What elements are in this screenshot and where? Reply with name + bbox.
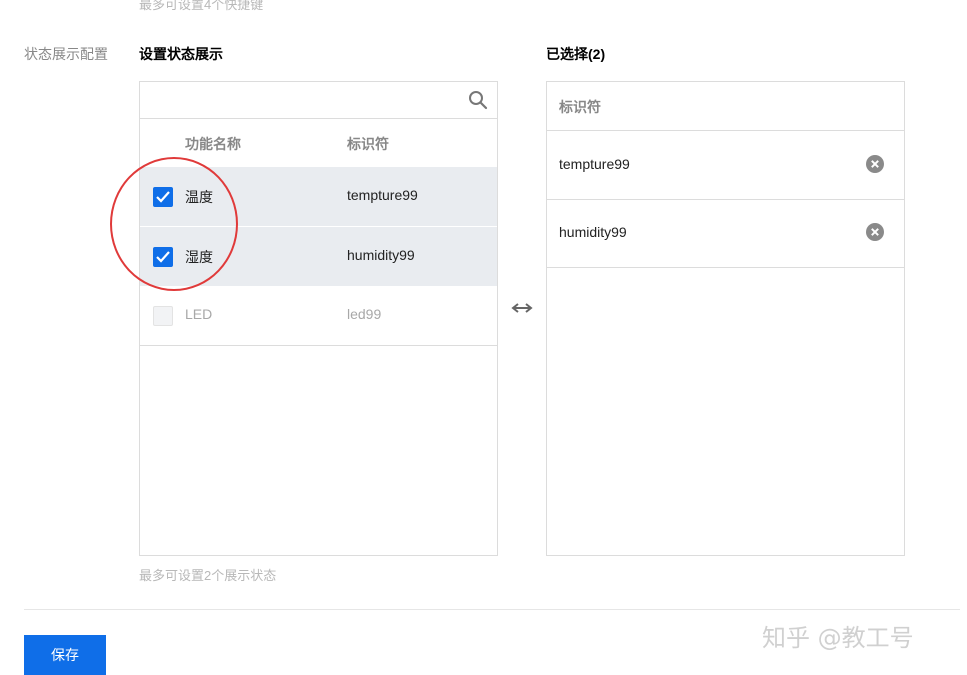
transfer-arrows-icon (511, 303, 533, 313)
watermark: 知乎 @教工号 (762, 624, 914, 652)
annotation-circle (110, 157, 238, 291)
selected-item-identifier: tempture99 (559, 156, 630, 172)
search-bar (140, 82, 497, 119)
row-function-name: LED (185, 306, 213, 322)
display-limit-hint: 最多可设置2个展示状态 (139, 568, 277, 583)
row-checkbox-disabled (153, 306, 173, 326)
status-display-config-label: 状态展示配置 (24, 46, 108, 62)
selected-item: tempture99 (547, 131, 904, 200)
column-header-identifier: 标识符 (347, 136, 389, 152)
selected-item: humidity99 (547, 199, 904, 268)
save-button[interactable]: 保存 (24, 635, 106, 675)
search-input[interactable] (140, 82, 460, 118)
row-identifier: humidity99 (347, 247, 415, 263)
selected-list-panel: 标识符 tempture99 humidity99 (546, 81, 905, 556)
selected-table-header: 标识符 (547, 82, 904, 131)
row-identifier: tempture99 (347, 187, 418, 203)
left-panel-title: 设置状态展示 (139, 46, 223, 62)
remove-circle-icon[interactable] (866, 155, 884, 173)
right-panel-title: 已选择(2) (546, 46, 606, 62)
column-header-function-name: 功能名称 (185, 136, 241, 152)
footer-divider (24, 609, 960, 610)
search-icon[interactable] (468, 90, 488, 110)
column-header-identifier: 标识符 (559, 99, 601, 115)
available-list-panel: 功能名称 标识符 温度 tempture99 湿度 humidity99 LED… (139, 81, 498, 556)
shortcut-limit-hint: 最多可设置4个快捷键 (139, 0, 264, 12)
selected-item-identifier: humidity99 (559, 224, 627, 240)
remove-circle-icon[interactable] (866, 223, 884, 241)
table-row-led: LED led99 (140, 286, 497, 346)
row-identifier: led99 (347, 306, 382, 322)
